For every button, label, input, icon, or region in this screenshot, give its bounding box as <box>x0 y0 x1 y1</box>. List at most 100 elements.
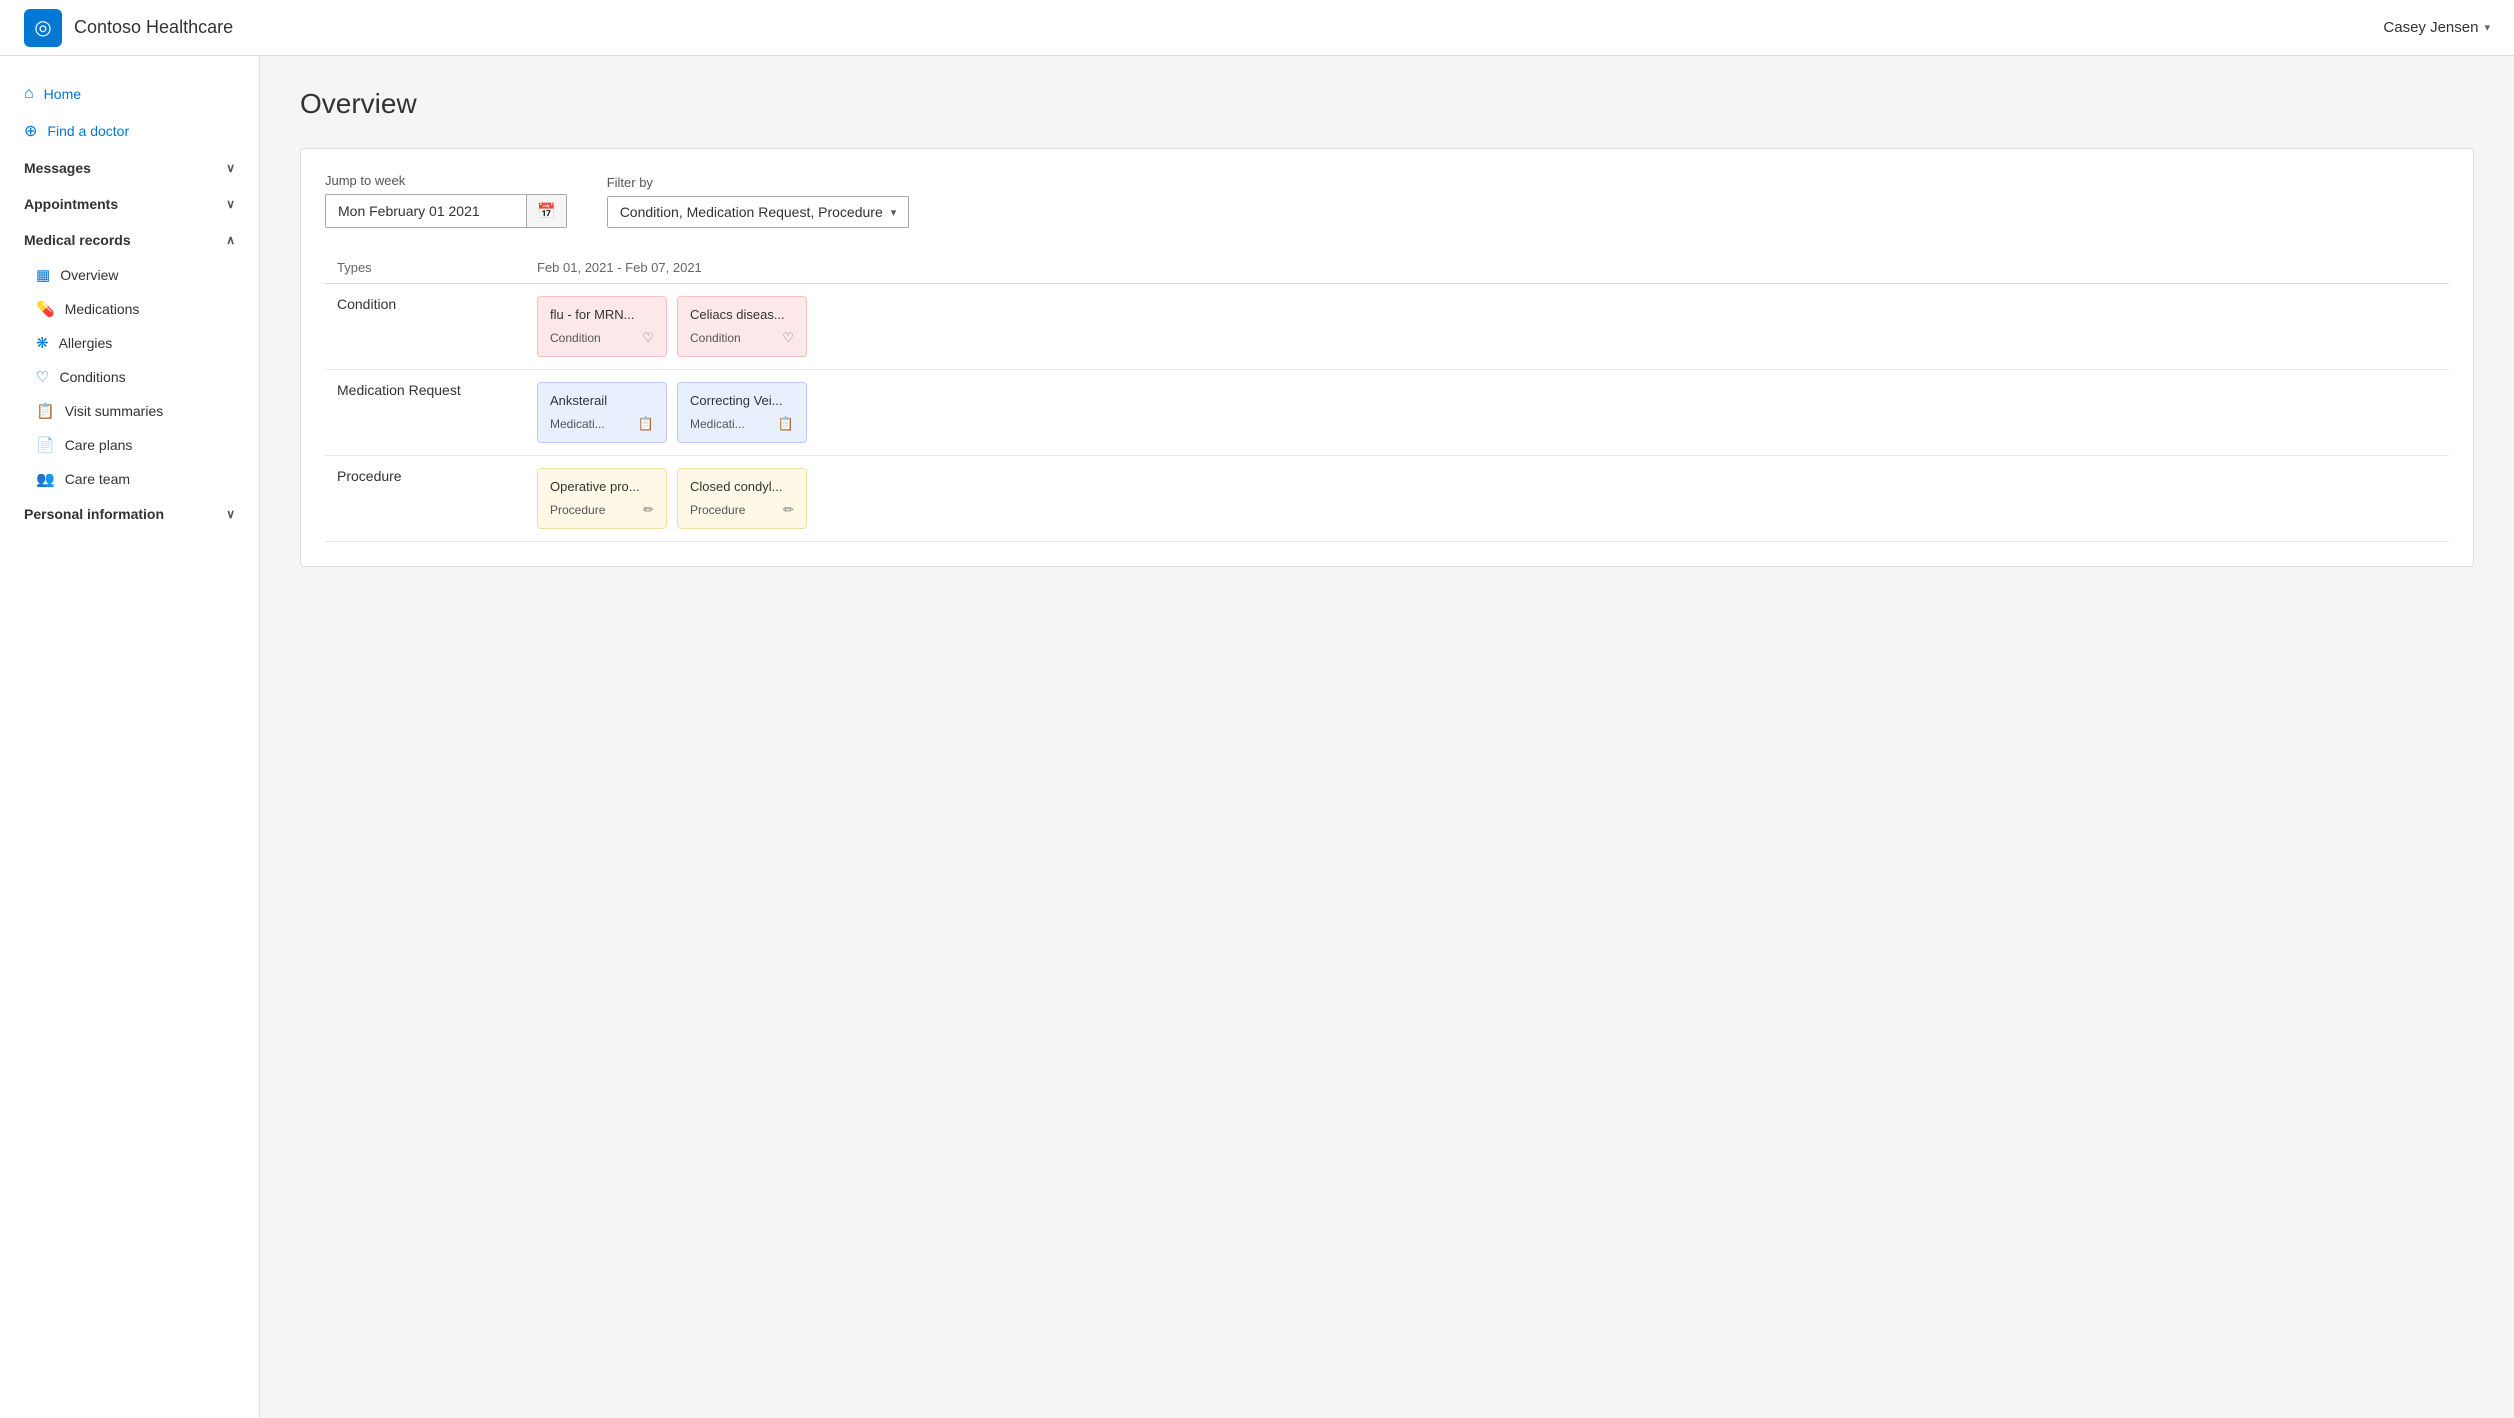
event-card-footer: Procedure ✏ <box>550 502 654 518</box>
app-logo: ◎ <box>24 9 62 47</box>
event-card-footer: Procedure ✏ <box>690 502 794 518</box>
overview-card: Jump to week 📅 Filter by Condition, Medi… <box>300 148 2474 567</box>
date-input-wrap: 📅 <box>325 194 567 228</box>
filter-select[interactable]: Condition, Medication Request, Procedure… <box>607 196 910 228</box>
event-card-title: Operative pro... <box>550 479 654 494</box>
sidebar-section-medical-records-label: Medical records <box>24 232 131 248</box>
table-row: Medication Request Anksterail Medicati... 📋… <box>325 370 2449 456</box>
conditions-icon: ♡ <box>36 368 49 386</box>
medications-icon: 💊 <box>36 300 55 318</box>
page-title: Overview <box>300 88 2474 120</box>
care-team-icon: 👥 <box>36 470 55 488</box>
table-row: Conditionflu - for MRN...Condition♡Celia… <box>325 284 2449 370</box>
table-row: ProcedureOperative pro...Procedure✏Close… <box>325 456 2449 542</box>
event-type-icon: ♡ <box>642 330 654 346</box>
sidebar-item-conditions[interactable]: ♡ Conditions <box>0 360 259 394</box>
sidebar-item-home[interactable]: ⌂ Home <box>0 76 259 112</box>
event-card[interactable]: Correcting Vei... Medicati... 📋 <box>677 382 807 443</box>
event-card-type: Medicati... <box>690 417 745 431</box>
event-card-footer: Condition ♡ <box>690 330 794 346</box>
overview-table: Types Feb 01, 2021 - Feb 07, 2021 Condit… <box>325 252 2449 542</box>
sidebar-section-messages-label: Messages <box>24 160 91 176</box>
find-doctor-icon: ⊕ <box>24 121 37 141</box>
date-input[interactable] <box>326 196 526 226</box>
app-title: Contoso Healthcare <box>74 17 233 38</box>
home-icon: ⌂ <box>24 85 34 103</box>
event-card-type: Condition <box>690 331 741 345</box>
sidebar-section-personal-information-label: Personal information <box>24 506 164 522</box>
sidebar-section-personal-information-header[interactable]: Personal information ∨ <box>0 496 259 532</box>
personal-information-chevron: ∨ <box>226 507 235 521</box>
sidebar-item-label: Allergies <box>59 335 113 351</box>
user-menu-chevron: ▾ <box>2484 21 2490 34</box>
sidebar-item-care-team[interactable]: 👥 Care team <box>0 462 259 496</box>
event-card-title: Closed condyl... <box>690 479 794 494</box>
event-card-title: Anksterail <box>550 393 654 408</box>
filter-by-group: Filter by Condition, Medication Request,… <box>607 175 910 228</box>
jump-to-week-group: Jump to week 📅 <box>325 173 567 228</box>
sidebar-item-label: Care plans <box>65 437 133 453</box>
event-card[interactable]: Closed condyl... Procedure ✏ <box>677 468 807 529</box>
event-card-footer: Medicati... 📋 <box>550 416 654 432</box>
care-plans-icon: 📄 <box>36 436 55 454</box>
sidebar-item-allergies[interactable]: ❋ Allergies <box>0 326 259 360</box>
sidebar-section-appointments: Appointments ∨ <box>0 186 259 222</box>
row-events-condition: flu - for MRN...Condition♡Celiacs diseas… <box>525 284 2449 370</box>
sidebar-item-label: Care team <box>65 471 130 487</box>
events-cell: Anksterail Medicati... 📋 Correcting Vei... M… <box>537 382 2437 443</box>
filter-value: Condition, Medication Request, Procedure <box>620 204 883 220</box>
event-card[interactable]: Anksterail Medicati... 📋 <box>537 382 667 443</box>
user-menu[interactable]: Casey Jensen ▾ <box>2383 19 2490 36</box>
event-card-title: Correcting Vei... <box>690 393 794 408</box>
event-card[interactable]: Celiacs diseas... Condition ♡ <box>677 296 807 357</box>
col-types: Types <box>325 252 525 284</box>
sidebar-item-label: Find a doctor <box>47 123 129 139</box>
event-card[interactable]: flu - for MRN... Condition♡ <box>537 296 667 357</box>
sidebar-item-overview[interactable]: ▦ Overview <box>0 258 259 292</box>
sidebar-item-find-doctor[interactable]: ⊕ Find a doctor <box>0 112 259 150</box>
event-card-type: Procedure <box>550 503 605 517</box>
event-card-type: Procedure <box>690 503 745 517</box>
sidebar-item-medications[interactable]: 💊 Medications <box>0 292 259 326</box>
main-content: Overview Jump to week 📅 Filter by Condit… <box>260 56 2514 1418</box>
filter-chevron: ▾ <box>891 206 897 219</box>
event-card-footer: Medicati... 📋 <box>690 416 794 432</box>
row-label-medication-request: Medication Request <box>325 370 525 456</box>
sidebar-section-messages-header[interactable]: Messages ∨ <box>0 150 259 186</box>
sidebar-item-label: Medications <box>65 301 140 317</box>
sidebar-section-appointments-label: Appointments <box>24 196 118 212</box>
sidebar-section-medical-records-header[interactable]: Medical records ∧ <box>0 222 259 258</box>
sidebar-section-appointments-header[interactable]: Appointments ∨ <box>0 186 259 222</box>
event-card-title: flu - for MRN... <box>550 307 654 322</box>
jump-to-week-label: Jump to week <box>325 173 567 188</box>
event-type-icon: ✏ <box>783 502 794 518</box>
events-cell: flu - for MRN...Condition♡Celiacs diseas… <box>537 296 2437 357</box>
header: ◎ Contoso Healthcare Casey Jensen ▾ <box>0 0 2514 56</box>
row-label-condition: Condition <box>325 284 525 370</box>
event-type-icon: 📋 <box>638 416 654 432</box>
sidebar-item-label: Conditions <box>59 369 125 385</box>
events-cell: Operative pro...Procedure✏Closed condyl.… <box>537 468 2437 529</box>
sidebar-item-label: Overview <box>60 267 118 283</box>
appointments-chevron: ∨ <box>226 197 235 211</box>
row-events-medication-request: Anksterail Medicati... 📋 Correcting Vei... M… <box>525 370 2449 456</box>
sidebar-nav: ⌂ Home ⊕ Find a doctor <box>0 76 259 150</box>
allergies-icon: ❋ <box>36 334 49 352</box>
event-card-footer: Condition♡ <box>550 330 654 346</box>
event-card-title: Celiacs diseas... <box>690 307 794 322</box>
event-type-icon: ✏ <box>643 502 654 518</box>
sidebar-item-label: Visit summaries <box>65 403 164 419</box>
sidebar-item-visit-summaries[interactable]: 📋 Visit summaries <box>0 394 259 428</box>
event-card[interactable]: Operative pro... Procedure ✏ <box>537 468 667 529</box>
sidebar-section-medical-records: Medical records ∧ ▦ Overview 💊 Medicatio… <box>0 222 259 496</box>
layout: ⌂ Home ⊕ Find a doctor Messages ∨ Appoin… <box>0 56 2514 1418</box>
user-name: Casey Jensen <box>2383 19 2478 36</box>
row-events-procedure: Operative pro...Procedure✏Closed condyl.… <box>525 456 2449 542</box>
event-type-icon: ♡ <box>782 330 794 346</box>
controls-row: Jump to week 📅 Filter by Condition, Medi… <box>325 173 2449 228</box>
event-card-type: Medicati... <box>550 417 605 431</box>
sidebar-item-care-plans[interactable]: 📄 Care plans <box>0 428 259 462</box>
calendar-button[interactable]: 📅 <box>526 195 566 227</box>
event-type-icon: 📋 <box>778 416 794 432</box>
sidebar-item-label: Home <box>44 86 81 102</box>
